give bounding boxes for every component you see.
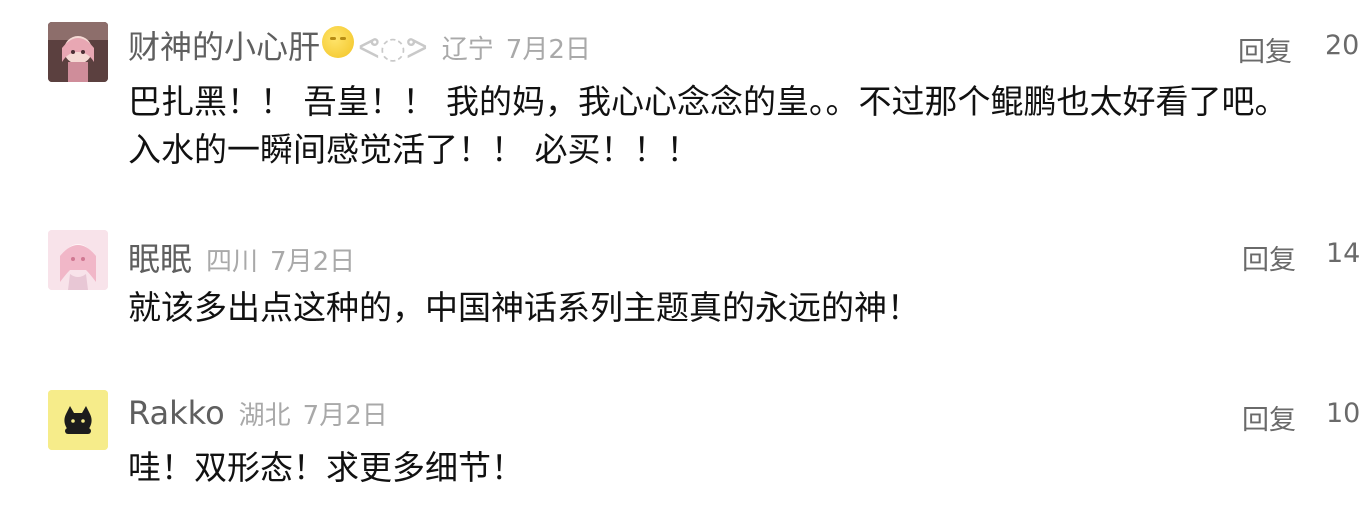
moon-face-icon (322, 26, 355, 58)
like-count[interactable]: 10 (1326, 398, 1360, 429)
avatar[interactable] (48, 230, 108, 290)
comment-location: 四川 (206, 247, 259, 277)
comment-list: 财神的小心肝 ᕙ◌ᕗ 辽宁 7月2日 回复 20 巴扎黑！！ 吾皇！！ 我的妈，… (0, 0, 1371, 516)
black-cat-avatar-icon (48, 390, 108, 450)
username[interactable]: 财神的小心肝 (128, 22, 320, 68)
comment-location: 辽宁 (441, 35, 494, 65)
anime-girl-avatar-icon (48, 22, 108, 82)
comment-header: Rakko 湖北 7月2日 (128, 394, 388, 432)
username[interactable]: 眠眠 (128, 234, 192, 280)
comment-date: 7月2日 (270, 247, 356, 277)
comment-text-line: 就该多出点这种的，中国神话系列主题真的永远的神！ (128, 288, 920, 327)
comment-header: 眠眠 四川 7月2日 (128, 234, 355, 280)
comment-date: 7月2日 (302, 401, 388, 431)
comment-header: 财神的小心肝 ᕙ◌ᕗ 辽宁 7月2日 (128, 22, 591, 68)
avatar[interactable] (48, 390, 108, 450)
like-count[interactable]: 14 (1326, 238, 1360, 269)
reply-button[interactable]: 回复 (1242, 238, 1296, 277)
avatar[interactable] (48, 22, 108, 82)
comment-location: 湖北 (238, 401, 291, 431)
reply-button[interactable]: 回复 (1242, 398, 1296, 437)
like-count[interactable]: 20 (1325, 30, 1359, 61)
pink-anime-avatar-icon (48, 230, 108, 290)
comment-date: 7月2日 (505, 35, 591, 65)
comment-text-line: 哇！双形态！求更多细节！ (128, 448, 524, 487)
comment-text-line: 入水的一瞬间感觉活了！！ 必买！！！ (128, 130, 700, 169)
username[interactable]: Rakko (128, 394, 225, 432)
reply-button[interactable]: 回复 (1238, 30, 1292, 69)
emoticon-suffix: ᕙ◌ᕗ (358, 31, 428, 66)
